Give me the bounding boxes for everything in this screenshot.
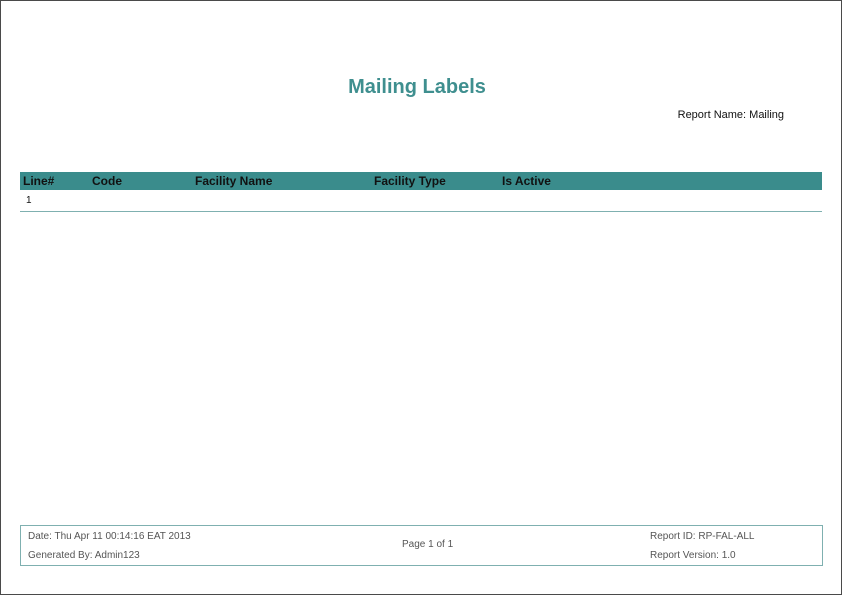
footer-report-version: Report Version: 1.0 [650,550,736,561]
column-header-facility-type: Facility Type [374,174,446,188]
report-page: Mailing Labels Report Name: Mailing Line… [0,0,842,595]
report-title: Mailing Labels [348,76,486,98]
cell-line: 1 [26,195,32,206]
table-row: 1 [20,190,822,212]
footer-date: Date: Thu Apr 11 00:14:16 EAT 2013 [28,531,191,542]
report-footer: Date: Thu Apr 11 00:14:16 EAT 2013 Gener… [20,525,823,566]
footer-generated-by: Generated By: Admin123 [28,550,140,561]
column-header-is-active: Is Active [502,174,551,188]
footer-page-number: Page 1 of 1 [402,539,454,550]
footer-report-id: Report ID: RP-FAL-ALL [650,531,755,542]
report-name: Report Name: Mailing [677,109,784,121]
column-header-facility-name: Facility Name [195,174,273,188]
column-header-code: Code [92,174,122,188]
table-header: Line# Code Facility Name Facility Type I… [20,172,822,190]
facility-table: Line# Code Facility Name Facility Type I… [20,172,822,212]
column-header-line: Line# [23,174,55,188]
